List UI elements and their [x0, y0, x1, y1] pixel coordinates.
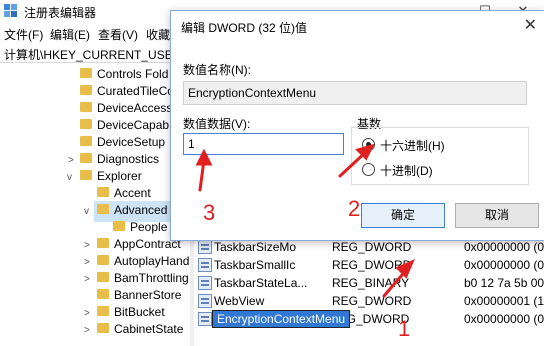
ok-button[interactable]: 确定 — [361, 203, 445, 228]
chevron-down-icon[interactable]: v — [67, 172, 72, 183]
decimal-radio[interactable] — [362, 163, 375, 176]
tree-item-explorer[interactable]: Explorer — [80, 168, 142, 185]
folder-icon — [80, 169, 92, 180]
folder-icon — [80, 152, 92, 163]
tree-item[interactable]: Controls Fold — [80, 66, 168, 83]
chevron-right-icon[interactable]: > — [84, 257, 90, 268]
annotation-step-1: 1 — [398, 316, 411, 341]
chevron-right-icon[interactable]: > — [84, 308, 90, 319]
dword-value-icon — [198, 240, 212, 254]
menu-edit[interactable]: 编辑(E) — [50, 26, 90, 43]
folder-icon — [113, 220, 125, 231]
chevron-right-icon[interactable]: > — [84, 325, 90, 336]
folder-icon — [97, 322, 109, 333]
cancel-button[interactable]: 取消 — [455, 203, 539, 228]
menu-file[interactable]: 文件(F) — [4, 26, 43, 43]
folder-icon — [97, 288, 109, 299]
folder-icon — [80, 118, 92, 129]
tree-item[interactable]: DeviceSetup — [80, 134, 165, 151]
hex-radio[interactable] — [362, 138, 375, 151]
menu-favorites[interactable]: 收藏 — [146, 26, 170, 43]
annotation-step-2: 2 — [348, 196, 361, 221]
tree-item[interactable]: People — [113, 219, 167, 236]
folder-icon — [97, 186, 109, 197]
folder-icon — [97, 203, 109, 214]
tree-item[interactable]: AutoplayHand — [97, 253, 189, 270]
list-item-selected[interactable]: REG_DWORD 0x00000000 (0) EncryptionConte… — [198, 310, 544, 328]
decimal-radio-label: 十进制(D) — [380, 164, 433, 178]
value-data-label: 数值数据(V): — [183, 117, 251, 131]
tree-item[interactable]: CuratedTileCo — [80, 83, 174, 100]
tree-item[interactable]: BamThrottling — [97, 270, 189, 287]
dword-value-icon — [198, 258, 212, 272]
folder-icon — [97, 271, 109, 282]
address-path: 计算机\HKEY_CURRENT_USER\S — [4, 48, 193, 62]
chevron-right-icon[interactable]: > — [84, 274, 90, 285]
menu-view[interactable]: 查看(V) — [98, 26, 138, 43]
folder-icon — [97, 254, 109, 265]
folder-icon — [97, 305, 109, 316]
tree-item[interactable]: BannerStore — [97, 287, 181, 304]
tree-item[interactable]: BitBucket — [97, 304, 165, 321]
rename-value-editor[interactable]: EncryptionContextMenu — [212, 310, 351, 328]
chevron-down-icon[interactable]: v — [84, 206, 89, 217]
chevron-right-icon[interactable]: > — [84, 240, 90, 251]
chevron-right-icon[interactable]: > — [68, 155, 74, 166]
dialog-title: 编辑 DWORD (32 位)值 — [181, 21, 308, 35]
tree-item[interactable]: AppContract — [97, 236, 181, 253]
registry-tree: Controls Fold CuratedTileCo DeviceAccess… — [0, 64, 190, 346]
annotation-step-3: 3 — [203, 200, 216, 225]
binary-value-icon — [198, 276, 212, 290]
tree-item[interactable]: DeviceAccess — [80, 100, 172, 117]
value-name-field: EncryptionContextMenu — [183, 81, 527, 105]
dword-value-icon — [198, 294, 212, 308]
close-icon[interactable]: ✕ — [524, 15, 537, 35]
tree-item[interactable]: DeviceCapab — [80, 117, 169, 134]
folder-icon — [80, 135, 92, 146]
value-data-input[interactable] — [183, 133, 344, 155]
dword-value-icon — [198, 312, 212, 326]
folder-icon — [80, 84, 92, 95]
values-list: TaskbarSizeMo REG_DWORD 0x00000000 (0) T… — [196, 236, 544, 346]
folder-icon — [97, 237, 109, 248]
tree-item[interactable]: Accent — [97, 185, 151, 202]
value-name-label: 数值名称(N): — [183, 63, 251, 77]
folder-icon — [80, 67, 92, 78]
hex-radio-label: 十六进制(H) — [380, 139, 445, 153]
base-group: 十六进制(H) 十进制(D) — [351, 127, 529, 185]
window-title: 注册表编辑器 — [24, 6, 97, 20]
address-bar[interactable]: 计算机\HKEY_CURRENT_USER\S — [0, 44, 193, 63]
registry-editor-icon — [4, 4, 17, 17]
tree-item[interactable]: Diagnostics — [80, 151, 159, 168]
tree-item[interactable]: CabinetState — [97, 321, 183, 338]
folder-icon — [80, 101, 92, 112]
